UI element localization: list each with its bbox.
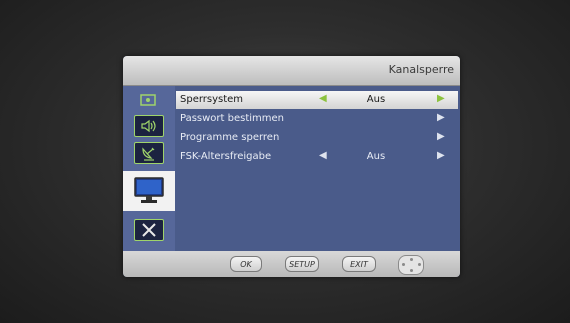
right-arrow-icon[interactable]: ▶	[437, 112, 445, 123]
tv-settings-icon[interactable]	[134, 90, 162, 110]
category-sidebar	[123, 86, 175, 251]
menu-item-passwort-bestimmen[interactable]: Passwort bestimmen ▶	[176, 110, 458, 128]
menu-item-value: Aus	[366, 151, 386, 162]
menu-item-programme-sperren[interactable]: Programme sperren ▶	[176, 129, 458, 147]
menu-title: Kanalsperre	[388, 63, 454, 76]
navigation-pad-icon	[398, 255, 424, 275]
menu-item-label: Sperrsystem	[180, 94, 244, 105]
title-bar: Kanalsperre	[123, 56, 460, 86]
left-arrow-icon[interactable]: ◀	[319, 93, 327, 104]
menu-item-sperrsystem[interactable]: Sperrsystem ◀ Aus ▶	[176, 91, 458, 109]
menu-list: Sperrsystem ◀ Aus ▶ Passwort bestimmen ▶…	[176, 91, 458, 246]
satellite-icon[interactable]	[134, 142, 164, 164]
menu-item-fsk-altersfreigabe[interactable]: FSK-Altersfreigabe ◀ Aus ▶	[176, 148, 458, 166]
right-arrow-icon[interactable]: ▶	[437, 131, 445, 142]
button-bar: OK SETUP EXIT	[123, 251, 460, 277]
exit-button[interactable]: EXIT	[342, 256, 376, 272]
menu-item-label: FSK-Altersfreigabe	[180, 151, 272, 162]
menu-item-label: Passwort bestimmen	[180, 113, 285, 124]
osd-menu-window: Kanalsperre Sperrsystem ◀ Aus ▶ Passwort…	[123, 56, 460, 277]
monitor-icon[interactable]	[123, 171, 175, 211]
left-arrow-icon[interactable]: ◀	[319, 150, 327, 161]
menu-item-value: Aus	[366, 94, 386, 105]
right-arrow-icon[interactable]: ▶	[437, 93, 445, 104]
setup-button[interactable]: SETUP	[285, 256, 319, 272]
audio-icon[interactable]	[134, 115, 164, 137]
ok-button[interactable]: OK	[230, 256, 262, 272]
right-arrow-icon[interactable]: ▶	[437, 150, 445, 161]
tools-icon[interactable]	[134, 219, 164, 241]
menu-item-label: Programme sperren	[180, 132, 280, 143]
